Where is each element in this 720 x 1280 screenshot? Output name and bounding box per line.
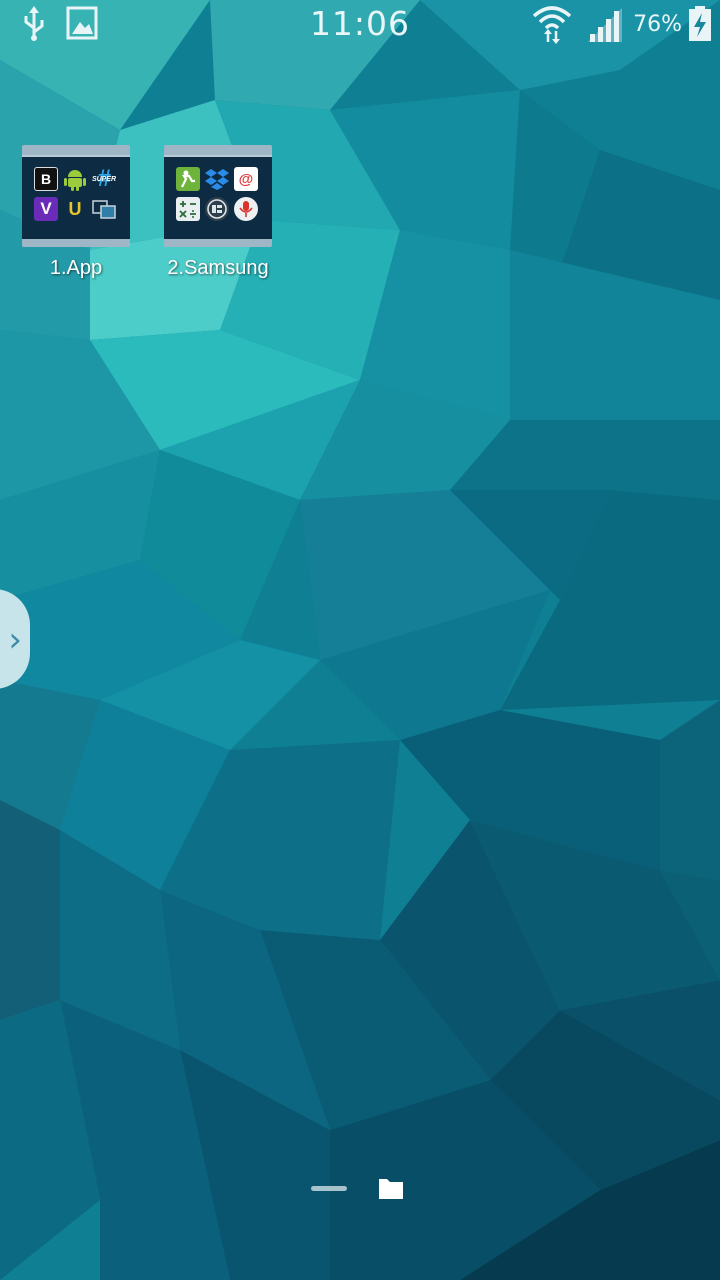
folder-icon[interactable]: B # SUPER V U	[22, 145, 130, 249]
folder-2-samsung[interactable]: @ 2.Samsung	[162, 145, 274, 279]
battery-percent: 76%	[633, 12, 682, 37]
page-indicator	[0, 1170, 720, 1210]
b-app-icon: B	[34, 167, 58, 191]
status-bar: 11:06 76%	[0, 0, 720, 50]
s-health-icon	[176, 167, 200, 191]
folder-1-app[interactable]: B # SUPER V U 1.App	[20, 145, 132, 279]
dropbox-icon	[205, 167, 229, 191]
folder-icon[interactable]: @	[164, 145, 272, 249]
screen-app-icon	[92, 197, 116, 221]
home-screen[interactable]: 11:06 76% B # SUPER V U 1.App @ 2.Samsun…	[0, 0, 720, 1280]
email-icon: @	[234, 167, 258, 191]
wifi-icon	[532, 4, 572, 49]
chevron-right-icon: ›	[8, 620, 22, 660]
calculator-icon	[176, 197, 200, 221]
u-app-icon: U	[68, 198, 82, 219]
folder-label: 1.App	[49, 257, 103, 279]
voice-recorder-icon	[234, 197, 258, 221]
viber-icon: V	[34, 197, 58, 221]
android-icon	[63, 167, 87, 191]
page-indicator-dash[interactable]	[311, 1186, 347, 1191]
supersu-icon: # SUPER	[92, 167, 116, 191]
memo-icon	[205, 197, 229, 221]
folder-app-grid: B # SUPER V U	[34, 167, 120, 221]
folder-label: 2.Samsung	[167, 257, 269, 279]
signal-icon	[588, 8, 624, 47]
battery-charging-icon	[688, 6, 712, 47]
folder-app-grid: @	[176, 167, 262, 221]
page-indicator-folder-icon[interactable]	[378, 1175, 404, 1206]
